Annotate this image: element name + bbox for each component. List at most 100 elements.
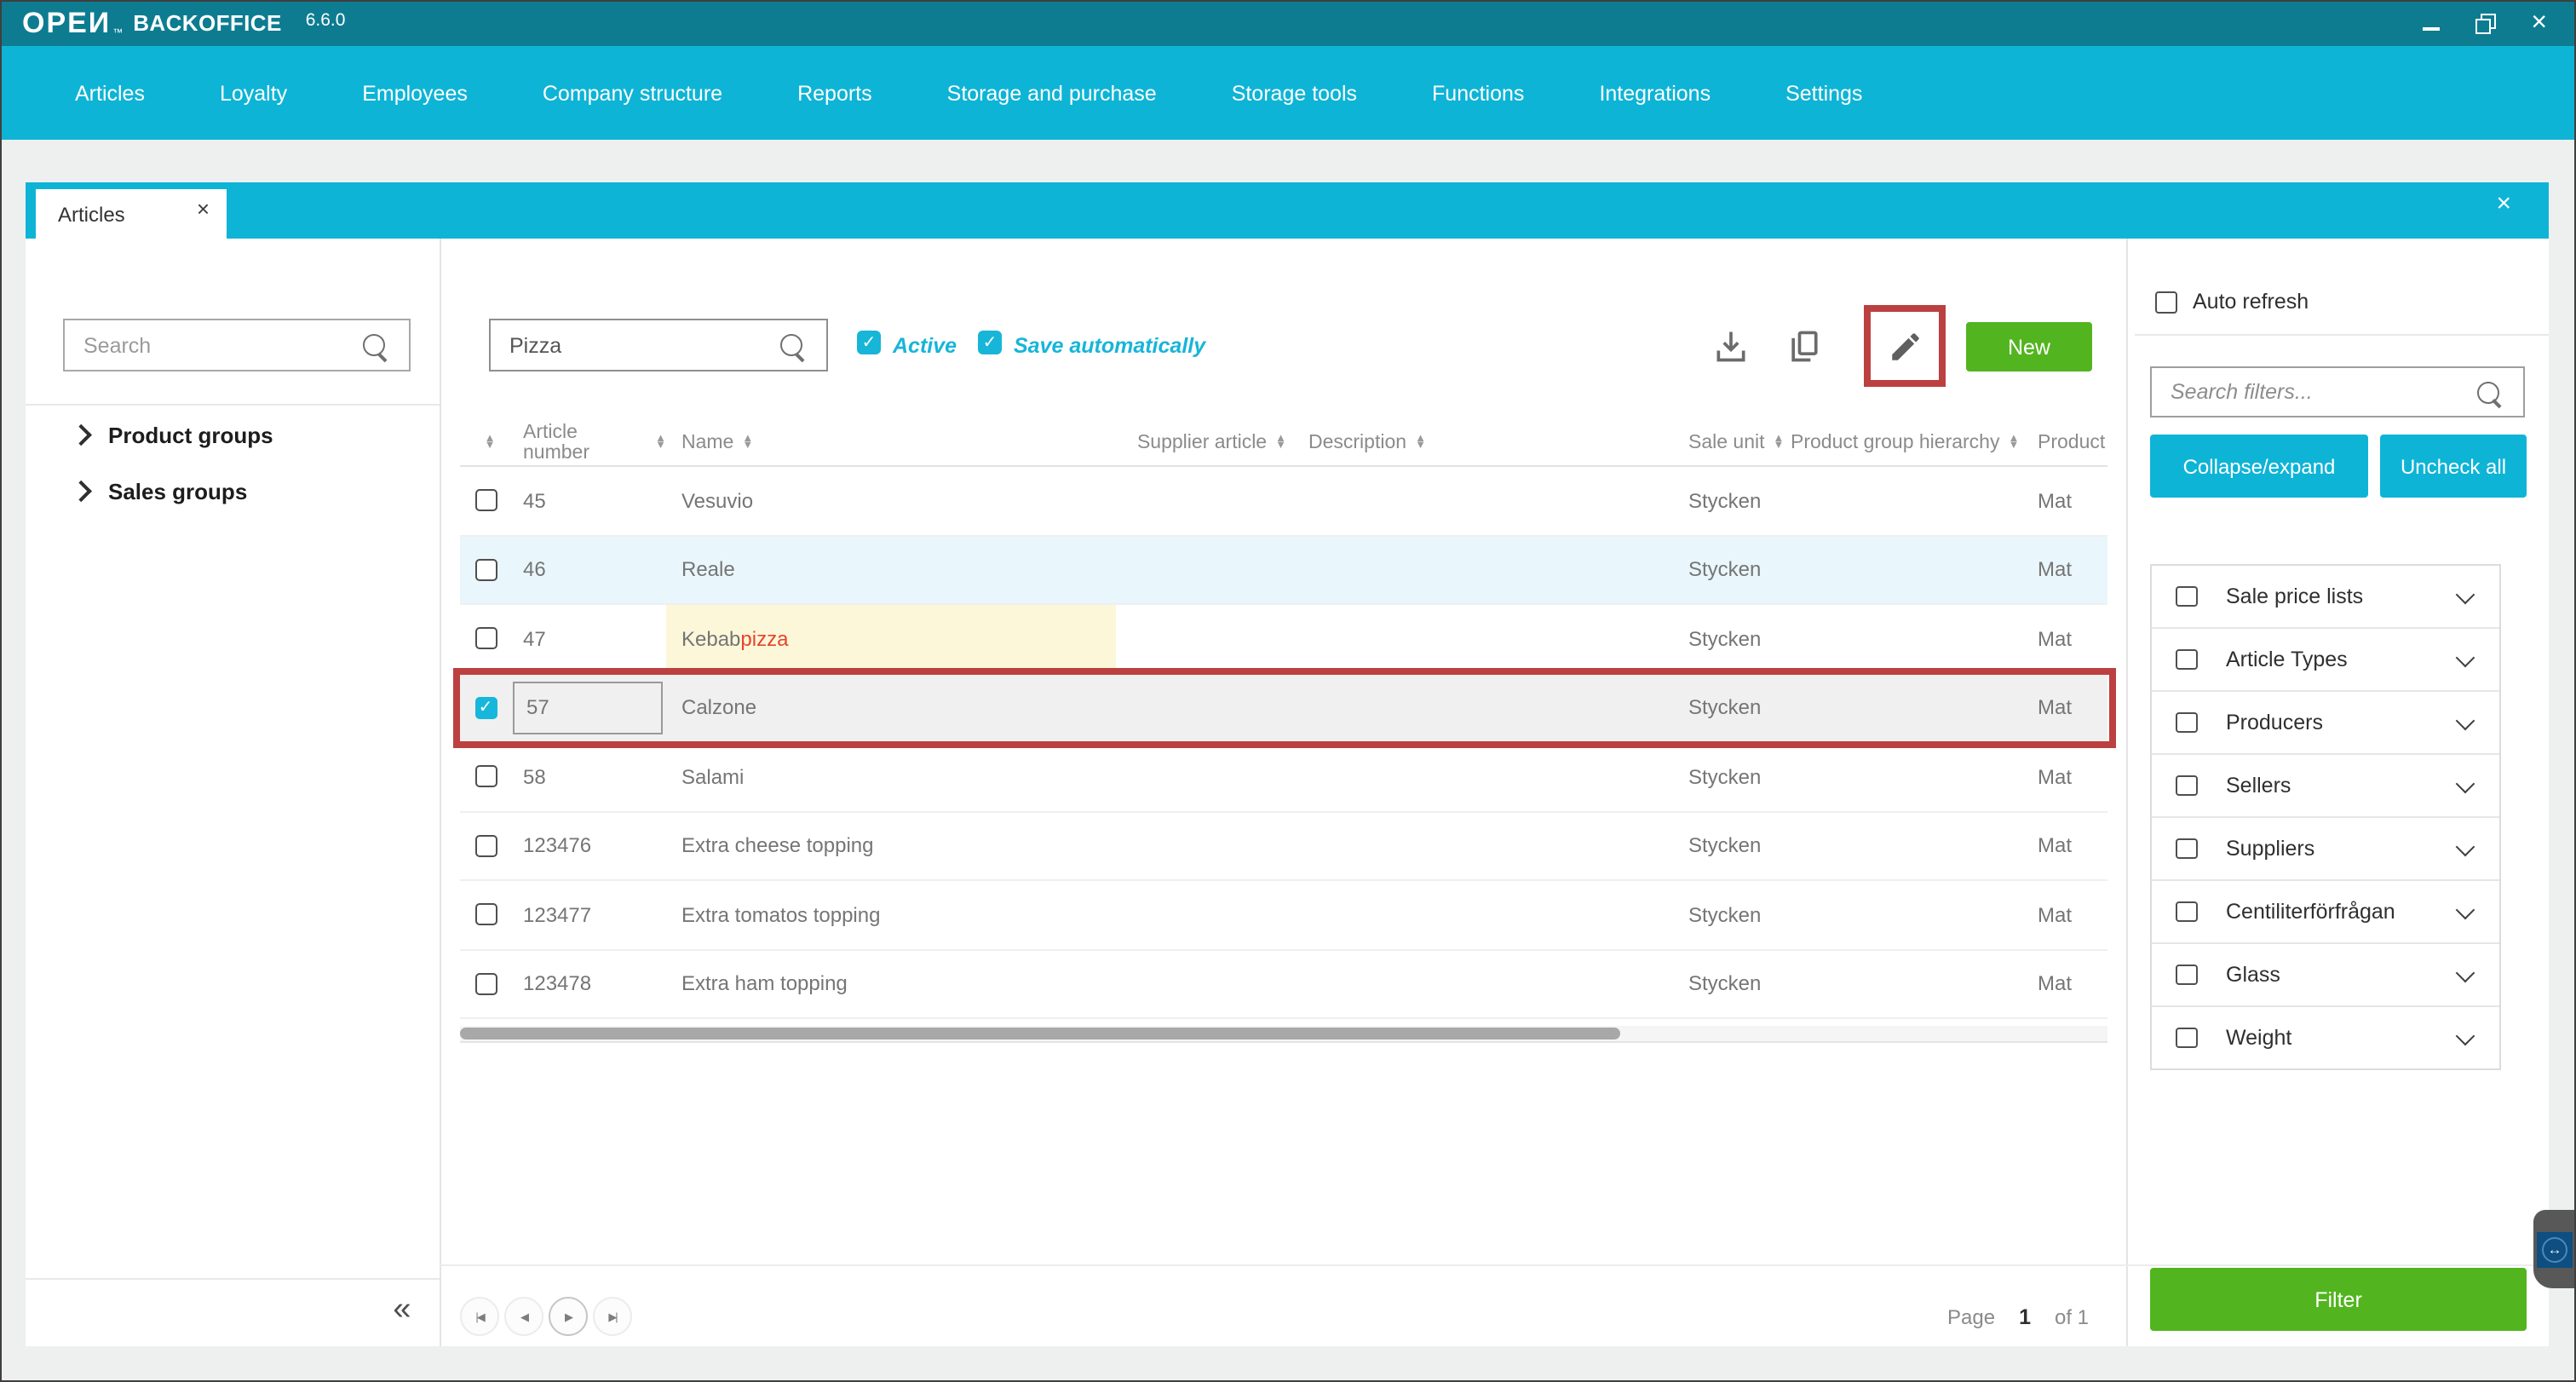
row-checkbox[interactable] <box>474 904 497 926</box>
sort-icon[interactable]: ▲▼ <box>1774 435 1785 451</box>
active-label[interactable]: Active <box>893 334 957 358</box>
sort-icon[interactable]: ▲▼ <box>1415 435 1426 451</box>
nav-item-functions[interactable]: Functions <box>1432 81 1524 105</box>
column-sale-unit[interactable]: Sale unit▲▼ <box>1688 421 1791 465</box>
autosave-label[interactable]: Save automatically <box>1014 334 1205 358</box>
filter-group-sellers[interactable]: Sellers <box>2152 753 2499 816</box>
pagination-next-icon[interactable]: ▶ <box>549 1297 588 1336</box>
nav-item-company-structure[interactable]: Company structure <box>543 81 722 105</box>
sort-icon[interactable]: ▲▼ <box>2008 435 2019 451</box>
article-number-input[interactable]: 57 <box>513 682 663 734</box>
filter-group-checkbox[interactable] <box>2176 965 2197 986</box>
sidebar-item-sales-groups[interactable]: Sales groups <box>73 470 247 511</box>
row-checkbox[interactable]: ✓ <box>474 697 497 719</box>
filter-group-centiliterf-rfr-gan[interactable]: Centiliterförfrågan <box>2152 879 2499 942</box>
table-row-123477[interactable]: 123477Extra tomatos toppingStyckenMat <box>460 881 2107 950</box>
table-row-123478[interactable]: 123478Extra ham toppingStyckenMat <box>460 950 2107 1019</box>
teamviewer-edge-tab[interactable]: ↔ <box>2533 1210 2576 1288</box>
sort-icon[interactable]: ▲▼ <box>655 435 666 451</box>
filter-group-sale-price-lists[interactable]: Sale price lists <box>2152 566 2499 627</box>
row-checkbox[interactable] <box>474 973 497 995</box>
collapse-sidebar-icon[interactable]: « <box>377 1292 428 1329</box>
filter-group-weight[interactable]: Weight <box>2152 1005 2499 1068</box>
column-name[interactable]: Name▲▼ <box>666 421 1116 465</box>
chevron-down-icon[interactable] <box>2456 711 2475 731</box>
nav-item-integrations[interactable]: Integrations <box>1599 81 1711 105</box>
minimize-icon[interactable] <box>2422 8 2439 38</box>
table-row-123476[interactable]: 123476Extra cheese toppingStyckenMat <box>460 812 2107 881</box>
pagination-last-icon[interactable]: ▶| <box>593 1297 632 1336</box>
horizontal-scrollbar[interactable] <box>460 1026 2107 1043</box>
nav-item-settings[interactable]: Settings <box>1785 81 1862 105</box>
table-row-47[interactable]: 47Kebab pizzaStyckenMat <box>460 605 2107 674</box>
article-search-input[interactable] <box>491 331 780 359</box>
tab-close-icon[interactable]: × <box>197 196 210 222</box>
sidebar-search-input[interactable] <box>65 331 363 359</box>
auto-refresh-label[interactable]: Auto refresh <box>2193 291 2309 314</box>
chevron-down-icon[interactable] <box>2456 774 2475 794</box>
panel-close-icon[interactable]: × <box>2496 189 2511 218</box>
scrollbar-thumb[interactable] <box>460 1028 1620 1039</box>
close-icon[interactable]: × <box>2531 9 2547 37</box>
column-product[interactable]: Product <box>2038 421 2107 465</box>
filter-group-glass[interactable]: Glass <box>2152 942 2499 1005</box>
filter-group-checkbox[interactable] <box>2176 1028 2197 1049</box>
row-checkbox[interactable] <box>474 628 497 650</box>
chevron-down-icon[interactable] <box>2456 1027 2475 1046</box>
filter-search-input[interactable] <box>2152 378 2477 406</box>
chevron-down-icon[interactable] <box>2456 901 2475 920</box>
row-checkbox[interactable] <box>474 835 497 857</box>
filter-group-checkbox[interactable] <box>2176 649 2197 671</box>
edit-pencil-icon[interactable] <box>1887 328 1923 364</box>
search-icon[interactable] <box>363 334 385 356</box>
filter-group-checkbox[interactable] <box>2176 586 2197 608</box>
tab-articles[interactable]: Articles × <box>36 189 227 239</box>
column-product-group-hierarchy[interactable]: Product group hierarchy▲▼ <box>1791 421 2038 465</box>
filter-group-checkbox[interactable] <box>2176 712 2197 734</box>
restore-icon[interactable] <box>2475 13 2495 33</box>
row-checkbox[interactable] <box>474 559 497 581</box>
chevron-right-icon[interactable] <box>70 424 90 445</box>
filter-group-suppliers[interactable]: Suppliers <box>2152 816 2499 879</box>
nav-item-storage-and-purchase[interactable]: Storage and purchase <box>947 81 1157 105</box>
row-checkbox[interactable] <box>474 766 497 788</box>
search-icon[interactable] <box>2477 381 2499 403</box>
filter-button[interactable]: Filter <box>2150 1268 2527 1331</box>
search-icon[interactable] <box>780 334 802 356</box>
chevron-down-icon[interactable] <box>2456 964 2475 983</box>
new-button[interactable]: New <box>1966 322 2092 371</box>
filter-group-checkbox[interactable] <box>2176 838 2197 860</box>
sidebar-item-product-groups[interactable]: Product groups <box>73 414 273 455</box>
collapse-expand-button[interactable]: Collapse/expand <box>2150 435 2368 498</box>
auto-refresh-checkbox[interactable] <box>2155 291 2177 314</box>
page-number-input[interactable]: 1 <box>2019 1305 2031 1329</box>
table-row-46[interactable]: 46RealeStyckenMat <box>460 536 2107 605</box>
table-row-57[interactable]: ✓57CalzoneStyckenMat <box>460 674 2107 743</box>
column-article-number[interactable]: Article number▲▼ <box>511 421 666 465</box>
chevron-right-icon[interactable] <box>70 481 90 501</box>
nav-item-loyalty[interactable]: Loyalty <box>220 81 287 105</box>
filter-group-article-types[interactable]: Article Types <box>2152 627 2499 690</box>
table-row-45[interactable]: 45VesuvioStyckenMat <box>460 467 2107 536</box>
nav-item-articles[interactable]: Articles <box>75 81 145 105</box>
nav-item-storage-tools[interactable]: Storage tools <box>1232 81 1357 105</box>
nav-item-reports[interactable]: Reports <box>797 81 872 105</box>
chevron-down-icon[interactable] <box>2456 648 2475 668</box>
filter-group-producers[interactable]: Producers <box>2152 690 2499 753</box>
active-checkbox[interactable]: ✓ <box>857 331 881 354</box>
chevron-down-icon[interactable] <box>2456 585 2475 605</box>
column-supplier-article[interactable]: Supplier article▲▼ <box>1116 421 1286 465</box>
copy-icon[interactable] <box>1785 327 1823 365</box>
autosave-checkbox[interactable]: ✓ <box>978 331 1002 354</box>
filter-group-checkbox[interactable] <box>2176 775 2197 797</box>
sort-icon[interactable]: ▲▼ <box>485 435 496 451</box>
table-row-58[interactable]: 58SalamiStyckenMat <box>460 743 2107 812</box>
sort-icon[interactable]: ▲▼ <box>1275 435 1286 451</box>
download-icon[interactable] <box>1712 327 1750 365</box>
pagination-prev-icon[interactable]: ◀ <box>504 1297 543 1336</box>
column-description[interactable]: Description▲▼ <box>1286 421 1688 465</box>
sort-icon[interactable]: ▲▼ <box>742 435 753 451</box>
filter-group-checkbox[interactable] <box>2176 901 2197 923</box>
chevron-down-icon[interactable] <box>2456 838 2475 857</box>
pagination-first-icon[interactable]: |◀ <box>460 1297 499 1336</box>
